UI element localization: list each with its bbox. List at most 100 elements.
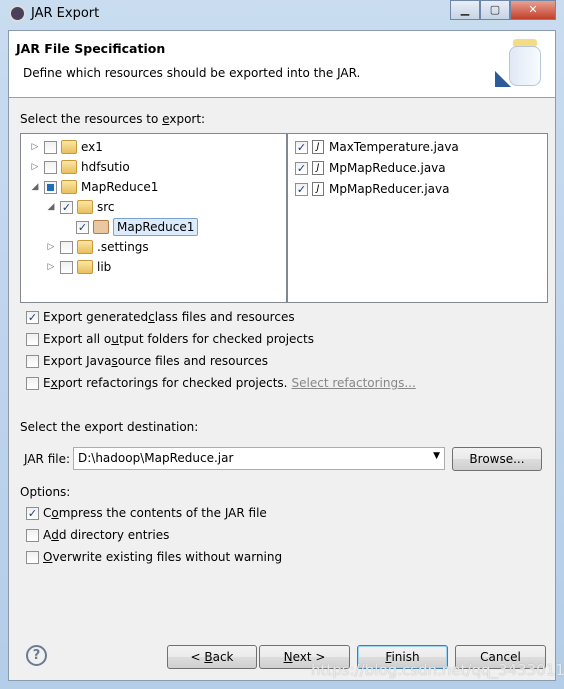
project-folder-icon xyxy=(61,140,77,154)
expanded-arrow-icon[interactable]: ◢ xyxy=(45,202,57,212)
maximize-button[interactable]: ▢ xyxy=(480,0,510,20)
checkbox[interactable] xyxy=(26,550,39,564)
page-title: JAR File Specification xyxy=(16,41,166,56)
tree-item-label: MapReduce1 xyxy=(113,218,199,236)
tree-item[interactable]: ◢ MapReduce1 xyxy=(29,177,158,197)
tree-item[interactable]: ▷ .settings xyxy=(45,237,149,257)
option-label-part: tput folders for checked projects xyxy=(118,332,314,346)
project-folder-icon xyxy=(61,180,77,194)
window-title: JAR Export xyxy=(31,6,100,21)
export_options-checkbox[interactable]: Export all o u tput folders for checked pr… xyxy=(26,332,314,346)
dropdown-arrow-icon[interactable]: ▼ xyxy=(433,451,440,461)
checkbox[interactable] xyxy=(26,332,39,346)
tree-item[interactable]: ▷ lib xyxy=(45,257,111,277)
wizard-header: JAR File Specification Define which reso… xyxy=(9,31,555,98)
eclipse-gear-icon xyxy=(9,5,26,22)
file-label: MpMapReduce.java xyxy=(329,161,446,175)
package-icon xyxy=(93,220,109,234)
file-item[interactable]: ✓ J MpMapReduce.java xyxy=(292,158,446,178)
tree-item-label: src xyxy=(97,200,115,214)
resource-tree[interactable]: ▷ ex1 ▷ hdfsutio ◢ MapReduce1 ◢ ✓ src ✓ MapReduce1… xyxy=(20,133,287,303)
expanded-arrow-icon[interactable]: ◢ xyxy=(29,182,41,192)
window-frame: JAR Export ▁ ▢ ✕ JAR File Specification … xyxy=(0,0,564,689)
tree-item[interactable]: ◢ ✓ src xyxy=(45,197,115,217)
option-label-part: lass files and resources xyxy=(154,310,295,324)
destination-label: Select the export destination: xyxy=(20,420,199,434)
resources-label: Select the resources to export: xyxy=(20,112,206,126)
file-checkbox[interactable]: ✓ xyxy=(295,161,308,175)
title-bar: JAR Export ▁ ▢ ✕ xyxy=(0,0,564,28)
option-label-part: u xyxy=(111,332,119,346)
option-label-part: Export all o xyxy=(43,332,112,346)
file-list[interactable]: ✓ J MaxTemperature.java ✓ J MpMapReduce.java ✓… xyxy=(287,133,548,303)
file-item[interactable]: ✓ J MpMapReducer.java xyxy=(292,179,449,199)
help-icon[interactable]: ? xyxy=(26,645,47,666)
option-label-part: c xyxy=(148,310,155,324)
tree-checkbox[interactable] xyxy=(60,240,73,254)
option-label-part: Export generated xyxy=(43,310,149,324)
tree-checkbox[interactable] xyxy=(44,140,57,154)
back-button[interactable]: < Back xyxy=(167,645,257,669)
collapsed-arrow-icon[interactable]: ▷ xyxy=(29,162,41,172)
jar-icon xyxy=(495,39,543,89)
options-label: Options: xyxy=(20,485,71,499)
option-label-part: port refactorings for checked projects. xyxy=(57,376,288,390)
checkbox[interactable]: ✓ xyxy=(26,506,39,520)
option-label-part: C xyxy=(43,506,52,520)
jar-file-combo[interactable]: D:\hadoop\MapReduce.jar ▼ xyxy=(73,447,445,470)
file-checkbox[interactable]: ✓ xyxy=(295,140,308,154)
folder-icon xyxy=(77,240,93,254)
tree-checkbox[interactable] xyxy=(44,180,57,194)
java-file-icon: J xyxy=(312,161,324,175)
browse-button[interactable]: Browse... xyxy=(452,447,542,471)
tree-item-label: MapReduce1 xyxy=(81,180,159,194)
dialog-body: JAR File Specification Define which reso… xyxy=(8,30,564,681)
tree-checkbox[interactable]: ✓ xyxy=(60,200,73,214)
options-items-checkbox[interactable]: Add directory entries xyxy=(26,528,169,542)
options-items-checkbox[interactable]: ✓ Co mpress the contents of the JAR file xyxy=(26,506,267,520)
watermark: https://blog.csdn.net/qq_34330118 xyxy=(311,661,564,679)
option-label-part: mpress the contents of the JAR file xyxy=(58,506,267,520)
tree-checkbox[interactable] xyxy=(60,260,73,274)
page-description: Define which resources should be exporte… xyxy=(23,66,361,80)
tree-item[interactable]: ▷ hdfsutio xyxy=(29,157,130,177)
select-refactorings-link[interactable]: Select refactorings... xyxy=(292,376,416,390)
tree-item-label: .settings xyxy=(97,240,149,254)
options-items-checkbox[interactable]: Overwrite existing files without warning xyxy=(26,550,282,564)
tree-item[interactable]: ▷ ex1 xyxy=(29,137,103,157)
file-label: MaxTemperature.java xyxy=(329,140,459,154)
tree-item[interactable]: ✓ MapReduce1 xyxy=(61,217,199,237)
option-label-part: E xyxy=(43,376,51,390)
folder-icon xyxy=(77,260,93,274)
java-file-icon: J xyxy=(312,140,324,154)
tree-checkbox[interactable] xyxy=(44,160,57,174)
tree-item-label: ex1 xyxy=(81,140,103,154)
tree-checkbox[interactable]: ✓ xyxy=(76,220,89,234)
file-checkbox[interactable]: ✓ xyxy=(295,182,308,196)
close-button[interactable]: ✕ xyxy=(510,0,556,20)
tree-item-label: lib xyxy=(97,260,112,274)
option-label-part: ource files and resources xyxy=(117,354,269,368)
checkbox[interactable]: ✓ xyxy=(26,310,39,324)
option-label-part: x xyxy=(50,376,58,390)
option-label-part: d directory entries xyxy=(58,528,170,542)
export_options-checkbox[interactable]: ✓ Export generated c lass files and resour… xyxy=(26,310,295,324)
export_options-checkbox[interactable]: Export Java s ource files and resources xyxy=(26,354,268,368)
checkbox[interactable] xyxy=(26,376,39,390)
jar-file-value: D:\hadoop\MapReduce.jar xyxy=(78,451,234,465)
option-label-part: d xyxy=(51,528,59,542)
tree-item-label: hdfsutio xyxy=(81,160,130,174)
export_options-checkbox[interactable]: Ex port refactorings for checked projects… xyxy=(26,376,416,390)
collapsed-arrow-icon[interactable]: ▷ xyxy=(45,242,57,252)
collapsed-arrow-icon[interactable]: ▷ xyxy=(29,142,41,152)
collapsed-arrow-icon[interactable]: ▷ xyxy=(45,262,57,272)
option-label-part: Export Java xyxy=(43,354,112,368)
file-item[interactable]: ✓ J MaxTemperature.java xyxy=(292,137,459,157)
minimize-button[interactable]: ▁ xyxy=(450,0,480,20)
java-file-icon: J xyxy=(312,182,324,196)
checkbox[interactable] xyxy=(26,354,39,368)
option-label-part: A xyxy=(43,528,52,542)
project-folder-warning-icon xyxy=(61,160,77,174)
checkbox[interactable] xyxy=(26,528,39,542)
source-folder-icon xyxy=(77,200,93,214)
